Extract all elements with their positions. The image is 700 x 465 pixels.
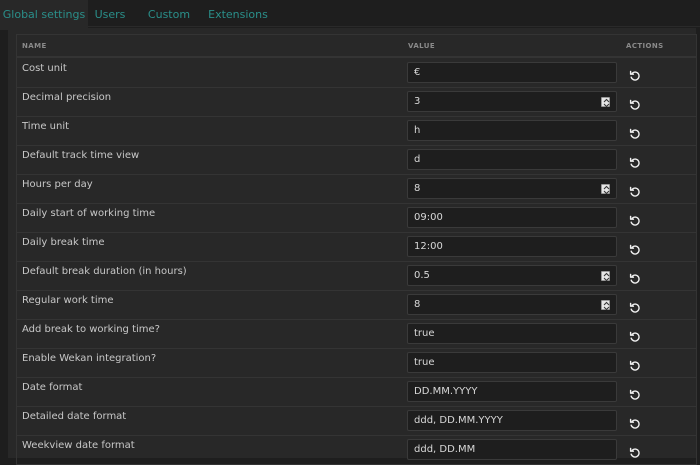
reset-icon[interactable] [629, 415, 641, 429]
column-header-actions: ACTIONS [626, 42, 664, 50]
setting-value: 0.5 [414, 270, 430, 281]
setting-label: Date format [22, 382, 83, 393]
table-row: Decimal precision 3 [17, 87, 696, 117]
table-row: Detailed date format ddd, DD.MM.YYYY [17, 406, 696, 436]
setting-value: 09:00 [414, 212, 443, 223]
table-row: Add break to working time? true [17, 319, 696, 349]
table-row: Default track time view d [17, 145, 696, 175]
setting-value: 3 [414, 96, 421, 107]
setting-label: Default break duration (in hours) [22, 266, 187, 277]
column-header-name: NAME [22, 42, 47, 50]
table-row: Default break duration (in hours) 0.5 [17, 261, 696, 291]
setting-value: ddd, DD.MM.YYYY [414, 415, 503, 426]
setting-label: Daily start of working time [22, 208, 156, 219]
setting-value: 8 [414, 183, 421, 194]
table-row: Daily start of working time 09:00 [17, 203, 696, 233]
reset-icon[interactable] [629, 154, 641, 168]
number-stepper-icon[interactable] [601, 184, 610, 195]
setting-value: 12:00 [414, 241, 443, 252]
setting-label: Time unit [22, 121, 70, 132]
reset-icon[interactable] [629, 386, 641, 400]
reset-icon[interactable] [629, 96, 641, 110]
setting-value-input[interactable]: 09:00 [407, 207, 617, 228]
setting-value: € [414, 67, 421, 78]
setting-label: Decimal precision [22, 92, 112, 103]
setting-value-input[interactable]: 3 [407, 91, 617, 112]
tab-global-settings[interactable]: Global settings [0, 0, 88, 30]
column-header-value: VALUE [408, 42, 436, 50]
reset-icon[interactable] [629, 241, 641, 255]
reset-icon[interactable] [629, 444, 641, 458]
setting-value-input[interactable]: true [407, 352, 617, 373]
setting-label: Regular work time [22, 295, 114, 306]
setting-value: true [414, 357, 435, 368]
settings-tabs: Global settings Users Custom fields Exte… [0, 0, 700, 51]
setting-label: Detailed date format [22, 411, 127, 422]
table-row: Enable Wekan integration? true [17, 348, 696, 378]
reset-icon[interactable] [629, 357, 641, 371]
setting-value: DD.MM.YYYY [414, 386, 478, 397]
number-stepper-icon[interactable] [601, 300, 610, 311]
setting-label: Cost unit [22, 63, 67, 74]
setting-label: Default track time view [22, 150, 140, 161]
setting-value-input[interactable]: 0.5 [407, 265, 617, 286]
setting-value-input[interactable]: d [407, 149, 617, 170]
settings-table: NAME VALUE ACTIONS Cost unit € Decimal pre… [16, 34, 697, 465]
reset-icon[interactable] [629, 299, 641, 313]
setting-value: d [414, 154, 421, 165]
table-header: NAME VALUE ACTIONS [17, 35, 696, 58]
setting-value-input[interactable]: DD.MM.YYYY [407, 381, 617, 402]
setting-value: 8 [414, 299, 421, 310]
number-stepper-icon[interactable] [601, 271, 610, 282]
setting-label: Hours per day [22, 179, 93, 190]
setting-value-input[interactable]: 8 [407, 294, 617, 315]
setting-value-input[interactable]: true [407, 323, 617, 344]
setting-label: Add break to working time? [22, 324, 160, 335]
setting-label: Daily break time [22, 237, 105, 248]
setting-value-input[interactable]: h [407, 120, 617, 141]
setting-label: Weekview date format [22, 440, 135, 451]
reset-icon[interactable] [629, 125, 641, 139]
tab-users[interactable]: Users [88, 0, 132, 30]
table-row: Regular work time 8 [17, 290, 696, 320]
setting-value-input[interactable]: ddd, DD.MM.YYYY [407, 410, 617, 431]
table-row: Date format DD.MM.YYYY [17, 377, 696, 407]
number-stepper-icon[interactable] [601, 97, 610, 108]
setting-value-input[interactable]: 8 [407, 178, 617, 199]
setting-value: h [414, 125, 421, 136]
setting-value: true [414, 328, 435, 339]
tab-extensions[interactable]: Extensions [206, 0, 270, 30]
settings-panel: NAME VALUE ACTIONS Cost unit € Decimal pre… [8, 28, 697, 465]
reset-icon[interactable] [629, 183, 641, 197]
setting-value-input[interactable]: € [407, 62, 617, 83]
setting-label: Enable Wekan integration? [22, 353, 157, 364]
table-row: Hours per day 8 [17, 174, 696, 204]
table-row: Time unit h [17, 116, 696, 146]
table-row: Weekview date format ddd, DD.MM [17, 435, 696, 465]
reset-icon[interactable] [629, 328, 641, 342]
setting-value-input[interactable]: 12:00 [407, 236, 617, 257]
reset-icon[interactable] [629, 270, 641, 284]
reset-icon[interactable] [629, 67, 641, 81]
tab-custom-fields[interactable]: Custom fields [132, 0, 206, 51]
reset-icon[interactable] [629, 212, 641, 226]
table-row: Daily break time 12:00 [17, 232, 696, 262]
table-row: Cost unit € [17, 58, 696, 88]
